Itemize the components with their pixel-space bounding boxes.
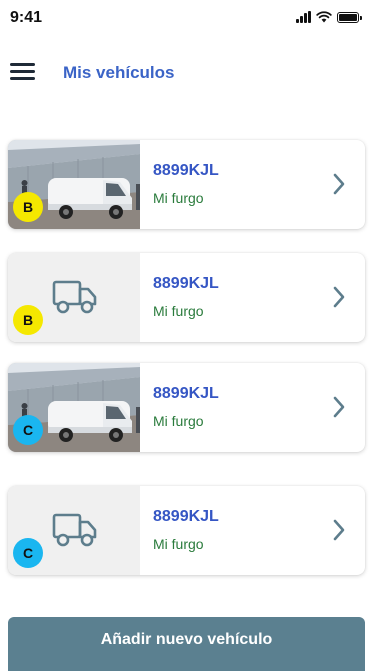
truck-icon bbox=[52, 280, 97, 314]
add-vehicle-button[interactable]: Añadir nuevo vehículo bbox=[8, 617, 365, 671]
vehicle-plate: 8899KJL bbox=[153, 385, 219, 402]
vehicle-plate: 8899KJL bbox=[153, 508, 219, 525]
status-bar: 9:41 bbox=[0, 0, 369, 36]
license-category-badge: B bbox=[13, 305, 43, 335]
chevron-right-icon bbox=[333, 396, 345, 418]
license-category-badge: C bbox=[13, 538, 43, 568]
chevron-right-icon bbox=[333, 519, 345, 541]
vehicle-thumbnail: B bbox=[8, 253, 140, 342]
chevron-right-icon bbox=[333, 173, 345, 195]
vehicle-nickname: Mi furgo bbox=[153, 303, 204, 319]
vehicle-plate: 8899KJL bbox=[153, 162, 219, 179]
vehicle-card[interactable]: C 8899KJL Mi furgo bbox=[8, 486, 365, 575]
chevron-right-icon bbox=[333, 286, 345, 308]
page-title: Mis vehículos bbox=[63, 63, 175, 82]
status-icons bbox=[296, 11, 362, 23]
battery-icon bbox=[337, 11, 362, 23]
vehicle-photo: C bbox=[8, 363, 140, 452]
app-header: Mis vehículos bbox=[0, 52, 369, 92]
vehicle-photo: B bbox=[8, 140, 140, 229]
vehicle-nickname: Mi furgo bbox=[153, 413, 204, 429]
vehicle-nickname: Mi furgo bbox=[153, 536, 204, 552]
vehicle-card[interactable]: C 8899KJL Mi furgo bbox=[8, 363, 365, 452]
truck-icon bbox=[52, 513, 97, 547]
vehicle-thumbnail: C bbox=[8, 486, 140, 575]
vehicle-plate: 8899KJL bbox=[153, 275, 219, 292]
license-category-badge: C bbox=[13, 415, 43, 445]
hamburger-menu-icon[interactable] bbox=[8, 58, 38, 86]
status-time: 9:41 bbox=[10, 9, 43, 26]
license-category-badge: B bbox=[13, 192, 43, 222]
vehicle-card[interactable]: B 8899KJL Mi furgo bbox=[8, 140, 365, 229]
vehicle-nickname: Mi furgo bbox=[153, 190, 204, 206]
wifi-icon bbox=[316, 11, 332, 23]
signal-icon bbox=[296, 11, 311, 23]
vehicle-card[interactable]: B 8899KJL Mi furgo bbox=[8, 253, 365, 342]
